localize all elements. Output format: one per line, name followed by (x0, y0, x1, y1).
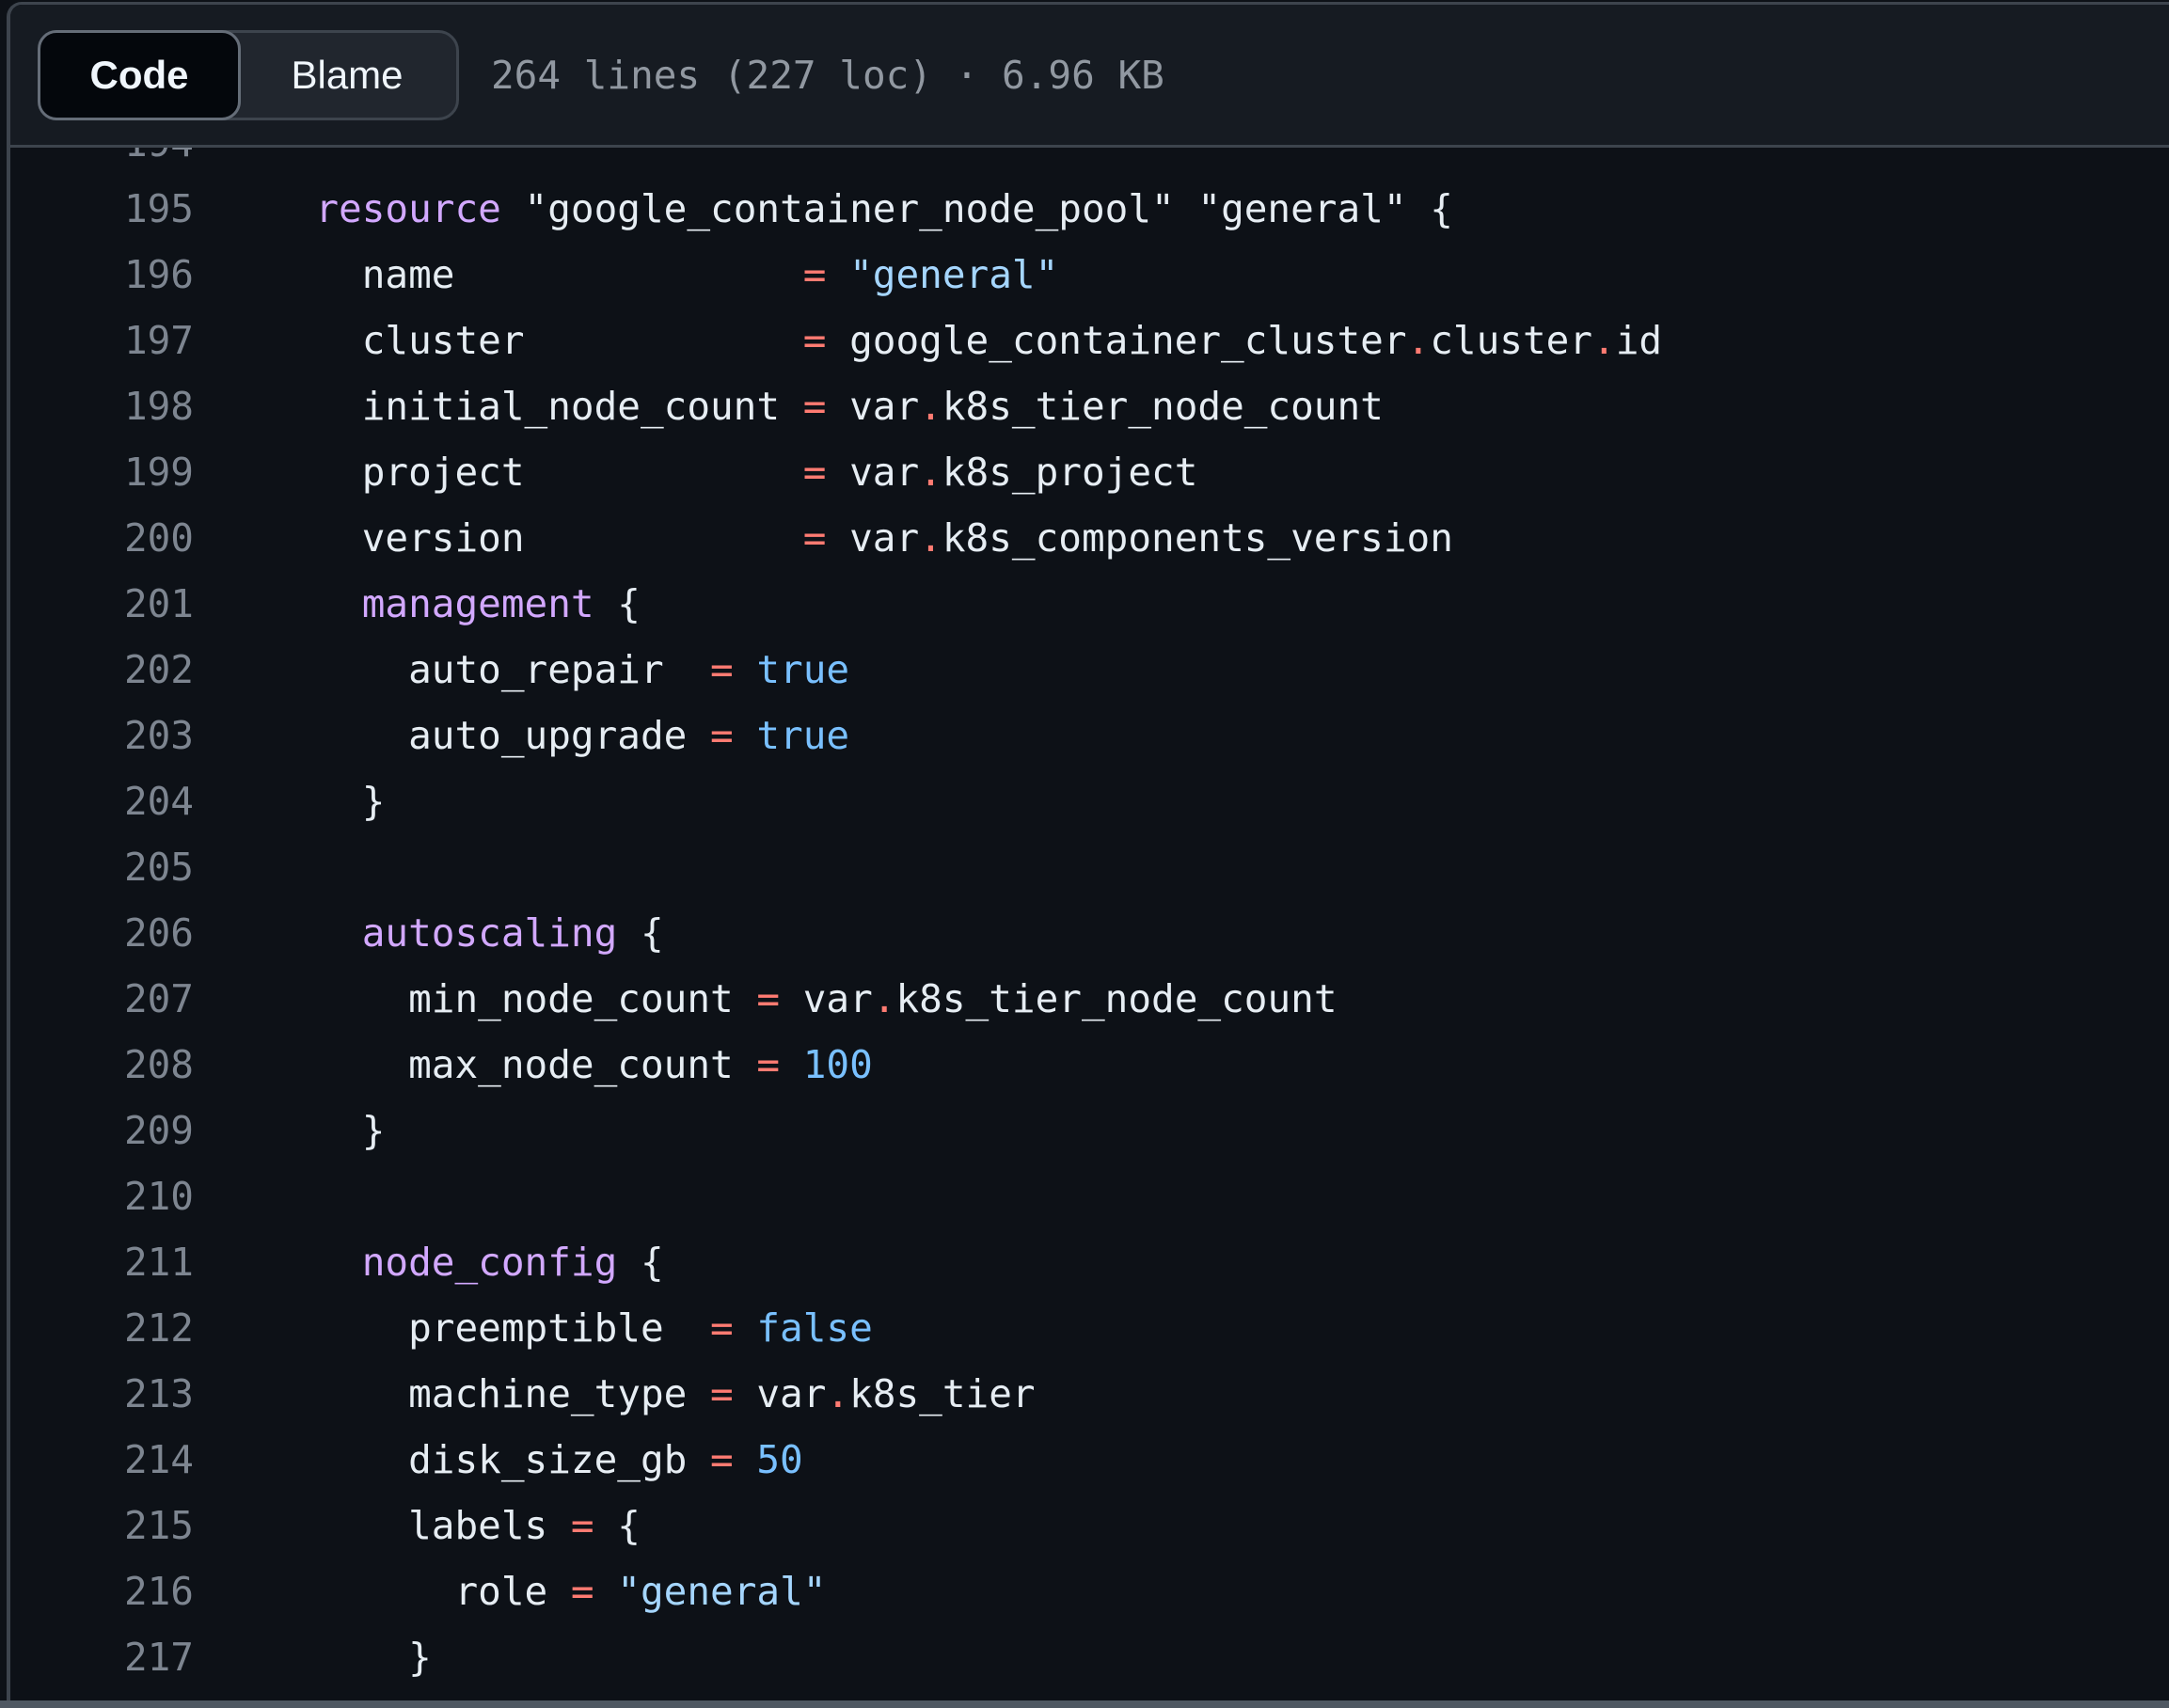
line-number[interactable]: 217 (10, 1624, 194, 1690)
file-viewer-header: Code Blame 264 lines (227 loc) · 6.96 KB (10, 5, 2169, 148)
line-number[interactable]: 195 (10, 176, 194, 242)
code-line-content: autoscaling { (194, 900, 2169, 966)
code-line: 204 } (10, 768, 2169, 834)
line-number[interactable]: 210 (10, 1163, 194, 1229)
code-line: 199 project = var.k8s_project (10, 439, 2169, 505)
code-scroll-area[interactable]: 194195 resource "google_container_node_p… (10, 148, 2169, 1700)
code-line: 209 } (10, 1098, 2169, 1163)
code-line-content: labels = { (194, 1493, 2169, 1558)
code-line: 213 machine_type = var.k8s_tier (10, 1361, 2169, 1427)
code-line-content: min_node_count = var.k8s_tier_node_count (194, 966, 2169, 1032)
line-number[interactable]: 203 (10, 703, 194, 768)
code-line: 201 management { (10, 571, 2169, 637)
code-line-content (194, 1163, 2169, 1229)
code-line-content: disk_size_gb = 50 (194, 1427, 2169, 1493)
code-line-content (194, 148, 2169, 176)
code-line: 211 node_config { (10, 1229, 2169, 1295)
code-line-content: } (194, 1624, 2169, 1690)
line-number[interactable]: 194 (10, 148, 194, 176)
code-line-content: initial_node_count = var.k8s_tier_node_c… (194, 373, 2169, 439)
code-line-content (194, 834, 2169, 900)
bottom-border (0, 1700, 2169, 1708)
code-line-content: } (194, 768, 2169, 834)
code-line-content: version = var.k8s_components_version (194, 505, 2169, 571)
code-line: 216 role = "general" (10, 1558, 2169, 1624)
code-line: 215 labels = { (10, 1493, 2169, 1558)
code-line: 217 } (10, 1624, 2169, 1690)
line-number[interactable]: 204 (10, 768, 194, 834)
line-number[interactable]: 197 (10, 308, 194, 373)
code-line-content: } (194, 1098, 2169, 1163)
line-number[interactable]: 200 (10, 505, 194, 571)
code-line: 207 min_node_count = var.k8s_tier_node_c… (10, 966, 2169, 1032)
code-line: 198 initial_node_count = var.k8s_tier_no… (10, 373, 2169, 439)
file-viewer: Code Blame 264 lines (227 loc) · 6.96 KB… (7, 2, 2169, 1700)
code-line-content: resource "google_container_node_pool" "g… (194, 176, 2169, 242)
code-line: 206 autoscaling { (10, 900, 2169, 966)
line-number[interactable]: 207 (10, 966, 194, 1032)
line-number[interactable]: 215 (10, 1493, 194, 1558)
line-number[interactable]: 201 (10, 571, 194, 637)
line-number[interactable]: 211 (10, 1229, 194, 1295)
line-number[interactable]: 214 (10, 1427, 194, 1493)
code-line: 205 (10, 834, 2169, 900)
code-line: 210 (10, 1163, 2169, 1229)
file-meta-info: 264 lines (227 loc) · 6.96 KB (491, 53, 1164, 98)
code-line-content: machine_type = var.k8s_tier (194, 1361, 2169, 1427)
code-line-content: auto_upgrade = true (194, 703, 2169, 768)
code-line-content: auto_repair = true (194, 637, 2169, 703)
line-number[interactable]: 205 (10, 834, 194, 900)
code-line: 203 auto_upgrade = true (10, 703, 2169, 768)
code-line: 197 cluster = google_container_cluster.c… (10, 308, 2169, 373)
code-line-content: name = "general" (194, 242, 2169, 308)
line-number[interactable]: 216 (10, 1558, 194, 1624)
code-line: 195 resource "google_container_node_pool… (10, 176, 2169, 242)
line-number[interactable]: 202 (10, 637, 194, 703)
code-line: 202 auto_repair = true (10, 637, 2169, 703)
code-line: 214 disk_size_gb = 50 (10, 1427, 2169, 1493)
code-line-content: node_config { (194, 1229, 2169, 1295)
code-line: 196 name = "general" (10, 242, 2169, 308)
line-number[interactable]: 198 (10, 373, 194, 439)
code-line: 212 preemptible = false (10, 1295, 2169, 1361)
code-line-content: project = var.k8s_project (194, 439, 2169, 505)
line-number[interactable]: 196 (10, 242, 194, 308)
line-number[interactable]: 209 (10, 1098, 194, 1163)
line-number[interactable]: 206 (10, 900, 194, 966)
code-lines: 194195 resource "google_container_node_p… (10, 148, 2169, 1690)
code-line-content: role = "general" (194, 1558, 2169, 1624)
code-line-content: cluster = google_container_cluster.clust… (194, 308, 2169, 373)
line-number[interactable]: 208 (10, 1032, 194, 1098)
line-number[interactable]: 199 (10, 439, 194, 505)
code-line-content: preemptible = false (194, 1295, 2169, 1361)
tab-blame[interactable]: Blame (238, 33, 456, 118)
line-number[interactable]: 212 (10, 1295, 194, 1361)
code-line-content: management { (194, 571, 2169, 637)
code-line: 200 version = var.k8s_components_version (10, 505, 2169, 571)
code-line: 194 (10, 148, 2169, 176)
code-line-content: max_node_count = 100 (194, 1032, 2169, 1098)
code-line: 208 max_node_count = 100 (10, 1032, 2169, 1098)
code-blame-segmented-control: Code Blame (38, 30, 459, 120)
line-number[interactable]: 213 (10, 1361, 194, 1427)
tab-code[interactable]: Code (38, 30, 241, 120)
